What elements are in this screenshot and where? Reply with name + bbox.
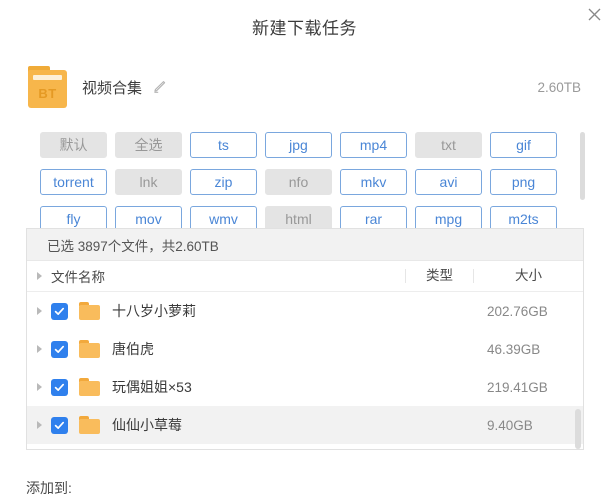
filter-chip-全选[interactable]: 全选: [115, 132, 182, 158]
row-checkbox[interactable]: [51, 416, 68, 434]
folder-icon: [79, 378, 100, 396]
column-header-size[interactable]: 大小: [473, 269, 583, 283]
folder-icon: [79, 302, 100, 320]
row-file-name: 仙仙小草莓: [112, 417, 182, 433]
chevron-right-icon: [36, 307, 42, 315]
filter-scrollbar-thumb[interactable]: [580, 132, 585, 200]
chevron-right-icon: [36, 383, 42, 391]
folder-body: [79, 381, 100, 396]
row-file-name: 十八岁小萝莉: [112, 303, 196, 319]
add-to-label: 添加到:: [26, 480, 72, 496]
task-name: 视频合集: [82, 79, 143, 97]
row-checkbox[interactable]: [51, 340, 68, 358]
filter-chip-txt[interactable]: txt: [415, 132, 482, 158]
file-list-header: 文件名称 类型 大小: [27, 261, 583, 292]
filter-row: 默认 全选 ts jpg mp4 txt gif: [40, 132, 568, 158]
row-file-size: 46.39GB: [487, 341, 541, 357]
row-checkbox[interactable]: [51, 302, 68, 320]
check-icon: [54, 421, 65, 429]
folder-body: [79, 343, 100, 358]
column-header-name[interactable]: 文件名称: [51, 266, 405, 286]
table-row[interactable]: 十八岁小萝莉 202.76GB: [27, 292, 583, 330]
bt-label: BT: [38, 86, 57, 101]
folder-body: [79, 419, 100, 434]
expand-all-caret[interactable]: [27, 272, 51, 280]
filter-chip-jpg[interactable]: jpg: [265, 132, 332, 158]
filter-chip-lnk[interactable]: lnk: [115, 169, 182, 195]
file-rows-container: 十八岁小萝莉 202.76GB 唐伯虎 46.39GB 玩偶姐姐×53 219.41GB 仙…: [27, 292, 583, 444]
filter-scrollbar[interactable]: [580, 132, 585, 228]
filter-chip-avi[interactable]: avi: [415, 169, 482, 195]
table-row[interactable]: 仙仙小草莓 9.40GB: [27, 406, 583, 444]
folder-body: [79, 305, 100, 320]
bt-folder-icon: BT: [28, 66, 67, 108]
filter-chip-mp4[interactable]: mp4: [340, 132, 407, 158]
row-file-size: 219.41GB: [487, 379, 548, 395]
filter-chip-mkv[interactable]: mkv: [340, 169, 407, 195]
check-icon: [54, 307, 65, 315]
check-icon: [54, 383, 65, 391]
file-type-filter-list: 默认 全选 ts jpg mp4 txt gif torrent lnk zip nfo mkv avi…: [40, 132, 568, 232]
page-title: 新建下载任务: [252, 19, 357, 38]
folder-strip: [33, 75, 62, 80]
task-size: 2.60TB: [537, 79, 581, 95]
row-file-name: 玩偶姐姐×53: [112, 379, 192, 395]
filter-chip-torrent[interactable]: torrent: [40, 169, 107, 195]
row-file-size: 202.76GB: [487, 303, 548, 319]
column-header-type[interactable]: 类型: [405, 269, 473, 283]
row-file-size: 9.40GB: [487, 417, 533, 433]
row-checkbox[interactable]: [51, 378, 68, 396]
filter-chip-gif[interactable]: gif: [490, 132, 557, 158]
chevron-right-icon: [36, 421, 42, 429]
filter-chip-zip[interactable]: zip: [190, 169, 257, 195]
filter-chip-默认[interactable]: 默认: [40, 132, 107, 158]
chevron-right-icon: [36, 272, 42, 280]
row-expand-caret[interactable]: [27, 383, 51, 391]
filter-chip-png[interactable]: png: [490, 169, 557, 195]
row-expand-caret[interactable]: [27, 307, 51, 315]
check-icon: [54, 345, 65, 353]
row-expand-caret[interactable]: [27, 421, 51, 429]
row-file-name: 唐伯虎: [112, 341, 154, 357]
table-row[interactable]: 玩偶姐姐×53 219.41GB: [27, 368, 583, 406]
filter-chip-nfo[interactable]: nfo: [265, 169, 332, 195]
row-expand-caret[interactable]: [27, 345, 51, 353]
chevron-right-icon: [36, 345, 42, 353]
file-list-panel: 已选 3897个文件，共2.60TB 文件名称 类型 大小 十八岁小萝莉 202.…: [26, 228, 584, 450]
filter-row: torrent lnk zip nfo mkv avi png: [40, 169, 568, 195]
task-header: BT 视频合集 2.60TB: [28, 64, 581, 110]
selection-info: 已选 3897个文件，共2.60TB: [27, 229, 583, 261]
pencil-icon[interactable]: [151, 79, 167, 95]
folder-icon: [79, 416, 100, 434]
folder-icon: [79, 340, 100, 358]
table-row[interactable]: 唐伯虎 46.39GB: [27, 330, 583, 368]
filter-chip-ts[interactable]: ts: [190, 132, 257, 158]
file-list-scrollbar[interactable]: [575, 409, 581, 449]
